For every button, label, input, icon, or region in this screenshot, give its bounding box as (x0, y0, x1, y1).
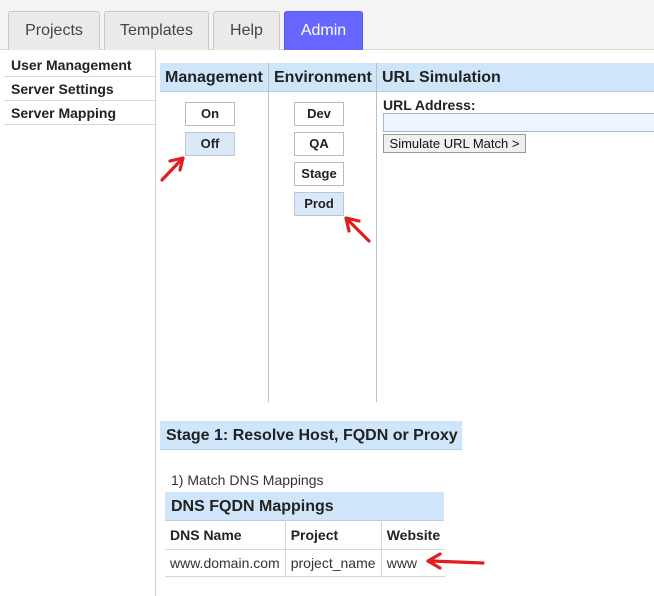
admin-sidebar: User Management Server Settings Server M… (0, 50, 156, 596)
simulate-url-match-button[interactable]: Simulate URL Match > (383, 134, 526, 153)
column-header-dns-name: DNS Name (165, 522, 286, 550)
environment-prod-button[interactable]: Prod (294, 192, 344, 216)
environment-stage-button[interactable]: Stage (294, 162, 344, 186)
tab-help[interactable]: Help (213, 11, 280, 50)
admin-page: Projects Templates Help Admin User Manag… (0, 0, 654, 596)
server-mapping-panel: Management Environment URL Simulation On… (157, 50, 654, 596)
tab-admin[interactable]: Admin (284, 11, 363, 50)
match-dns-mappings-text: 1) Match DNS Mappings (171, 472, 324, 488)
website-cell: www (381, 549, 446, 577)
sidebar-item-server-mapping[interactable]: Server Mapping (4, 101, 155, 125)
url-address-input[interactable] (383, 113, 654, 132)
tab-templates[interactable]: Templates (104, 11, 209, 50)
column-header-project: Project (285, 522, 382, 550)
tab-projects[interactable]: Projects (8, 11, 100, 50)
table-header-row: DNS Name Project Website (165, 522, 446, 550)
management-on-button[interactable]: On (185, 102, 235, 126)
column-divider (268, 63, 269, 402)
sidebar-item-user-management[interactable]: User Management (4, 53, 155, 77)
environment-header: Environment (269, 63, 377, 92)
dns-name-cell: www.domain.com (165, 549, 286, 577)
environment-qa-button[interactable]: QA (294, 132, 344, 156)
sidebar-item-server-settings[interactable]: Server Settings (4, 77, 155, 101)
column-header-website: Website (381, 522, 446, 550)
environment-dev-button[interactable]: Dev (294, 102, 344, 126)
url-address-label: URL Address: (383, 97, 476, 113)
project-cell: project_name (285, 549, 382, 577)
url-simulation-header: URL Simulation (377, 63, 654, 92)
dns-fqdn-mappings-table: DNS Name Project Website www.domain.com … (165, 522, 446, 577)
management-off-button[interactable]: Off (185, 132, 235, 156)
stage-1-header: Stage 1: Resolve Host, FQDN or Proxy (160, 421, 462, 450)
dns-fqdn-mappings-header: DNS FQDN Mappings (165, 492, 444, 521)
management-header: Management (160, 63, 269, 92)
top-tab-bar: Projects Templates Help Admin (0, 0, 654, 50)
table-row: www.domain.com project_name www (165, 549, 446, 577)
column-divider (376, 63, 377, 402)
